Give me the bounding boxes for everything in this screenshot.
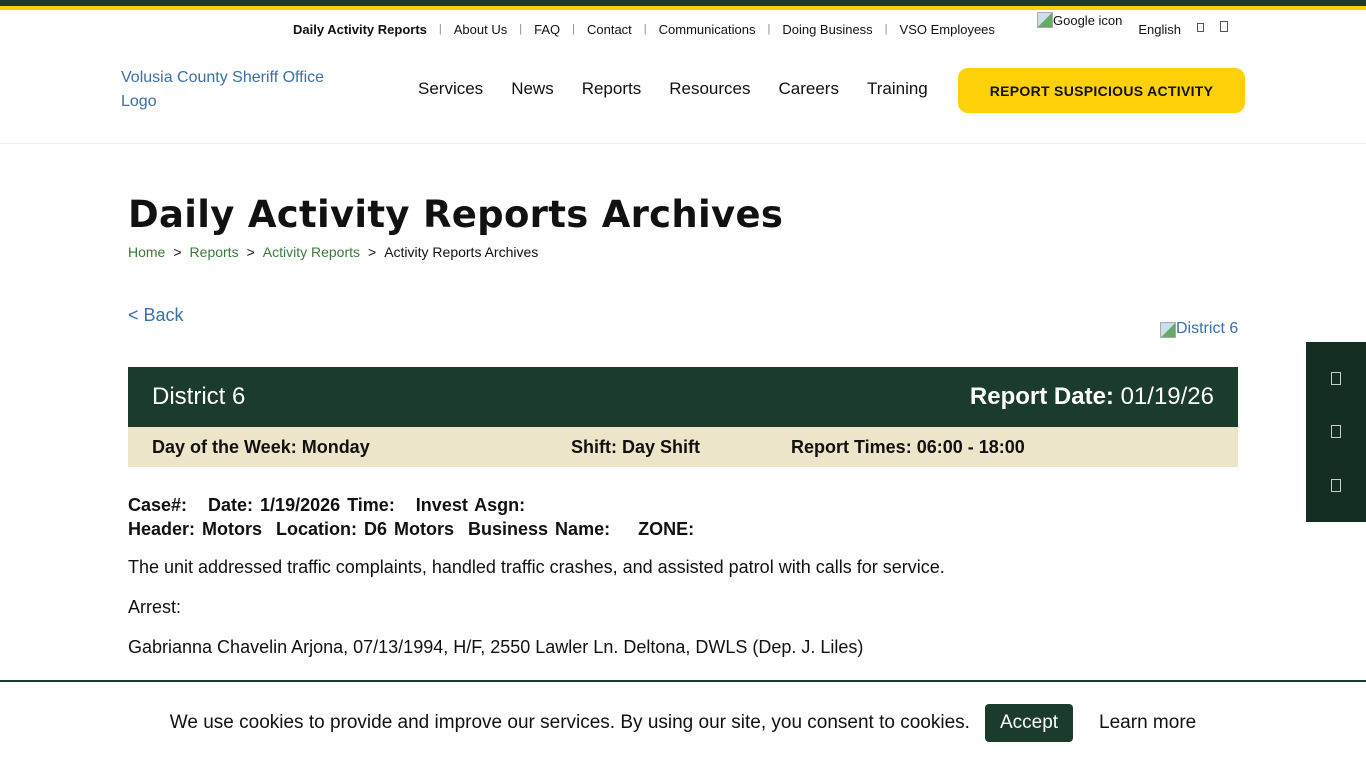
nav-services[interactable]: Services bbox=[418, 79, 483, 99]
page-title: Daily Activity Reports Archives bbox=[128, 193, 783, 236]
utility-contact[interactable]: Contact bbox=[587, 22, 632, 37]
report-subheader: Day of the Week: Monday Shift: Day Shift… bbox=[128, 427, 1238, 467]
breadcrumb-activity-reports[interactable]: Activity Reports bbox=[263, 244, 360, 260]
report-date: Report Date: 01/19/26 bbox=[970, 383, 1214, 411]
cookie-text: We use cookies to provide and improve ou… bbox=[170, 712, 970, 734]
report-date-value: 01/19/26 bbox=[1121, 383, 1214, 410]
case-info: Case#: Date: 1/19/2026 Time: Invest Asgn… bbox=[128, 493, 694, 541]
district-name: District 6 bbox=[152, 383, 245, 411]
separator: | bbox=[644, 23, 647, 35]
breadcrumb-home[interactable]: Home bbox=[128, 244, 165, 260]
utility-right: Google icon English bbox=[1037, 12, 1228, 37]
arrest-detail: Gabrianna Chavelin Arjona, 07/13/1994, H… bbox=[128, 637, 863, 658]
utility-about-us[interactable]: About Us bbox=[454, 22, 507, 37]
site-logo[interactable]: Volusia County Sheriff Office Logo bbox=[121, 66, 361, 114]
broken-image-icon bbox=[1160, 322, 1176, 338]
breadcrumb-separator: > bbox=[247, 244, 255, 260]
search-icon[interactable] bbox=[1197, 23, 1204, 32]
yellow-accent-bar bbox=[0, 6, 1366, 10]
cookie-banner: We use cookies to provide and improve ou… bbox=[0, 680, 1366, 768]
google-icon[interactable]: Google icon bbox=[1037, 12, 1122, 28]
utility-faq[interactable]: FAQ bbox=[534, 22, 560, 37]
menu-icon[interactable] bbox=[1220, 21, 1228, 32]
header-divider bbox=[0, 143, 1366, 144]
separator: | bbox=[885, 23, 888, 35]
nav-resources[interactable]: Resources bbox=[669, 79, 750, 99]
breadcrumb-separator: > bbox=[368, 244, 376, 260]
broken-image-icon bbox=[1037, 12, 1053, 28]
utility-vso-employees[interactable]: VSO Employees bbox=[900, 22, 995, 37]
separator: | bbox=[572, 23, 575, 35]
breadcrumb-separator: > bbox=[173, 244, 181, 260]
accept-cookies-button[interactable]: Accept bbox=[985, 704, 1073, 742]
nav-training[interactable]: Training bbox=[867, 79, 928, 99]
case-line-1: Case#: Date: 1/19/2026 Time: Invest Asgn… bbox=[128, 493, 694, 517]
report-header: District 6 Report Date: 01/19/26 bbox=[128, 367, 1238, 427]
report-times: Report Times: 06:00 - 18:00 bbox=[791, 437, 1025, 458]
nav-news[interactable]: News bbox=[511, 79, 554, 99]
breadcrumb-reports[interactable]: Reports bbox=[190, 244, 239, 260]
separator: | bbox=[519, 23, 522, 35]
main-nav: Services News Reports Resources Careers … bbox=[418, 79, 928, 99]
side-action-2-icon[interactable] bbox=[1331, 425, 1341, 438]
back-link[interactable]: < Back bbox=[128, 305, 184, 326]
utility-daily-activity-reports[interactable]: Daily Activity Reports bbox=[293, 22, 427, 37]
side-action-1-icon[interactable] bbox=[1331, 372, 1341, 385]
breadcrumb-current: Activity Reports Archives bbox=[384, 244, 538, 260]
separator: | bbox=[439, 23, 442, 35]
case-summary: The unit addressed traffic complaints, h… bbox=[128, 557, 945, 578]
nav-careers[interactable]: Careers bbox=[779, 79, 839, 99]
shift: Shift: Day Shift bbox=[571, 437, 700, 458]
utility-doing-business[interactable]: Doing Business bbox=[782, 22, 872, 37]
google-icon-alt: Google icon bbox=[1053, 13, 1122, 28]
utility-nav: Daily Activity Reports | About Us | FAQ | C… bbox=[293, 20, 995, 38]
language-select[interactable]: English bbox=[1138, 22, 1181, 37]
breadcrumb: Home > Reports > Activity Reports > Activit… bbox=[128, 244, 538, 260]
report-date-label: Report Date: bbox=[970, 383, 1114, 410]
nav-reports[interactable]: Reports bbox=[582, 79, 642, 99]
day-of-week: Day of the Week: Monday bbox=[152, 437, 370, 458]
separator: | bbox=[767, 23, 770, 35]
side-toolbar bbox=[1306, 342, 1366, 522]
case-line-2: Header: Motors Location: D6 Motors Busin… bbox=[128, 517, 694, 541]
learn-more-link[interactable]: Learn more bbox=[1099, 712, 1196, 734]
side-action-3-icon[interactable] bbox=[1331, 479, 1341, 492]
utility-communications[interactable]: Communications bbox=[659, 22, 756, 37]
arrest-label: Arrest: bbox=[128, 597, 181, 618]
report-suspicious-activity-button[interactable]: REPORT SUSPICIOUS ACTIVITY bbox=[958, 68, 1245, 113]
district-image-alt: District 6 bbox=[1176, 320, 1238, 338]
district-image: District 6 bbox=[1160, 320, 1238, 338]
